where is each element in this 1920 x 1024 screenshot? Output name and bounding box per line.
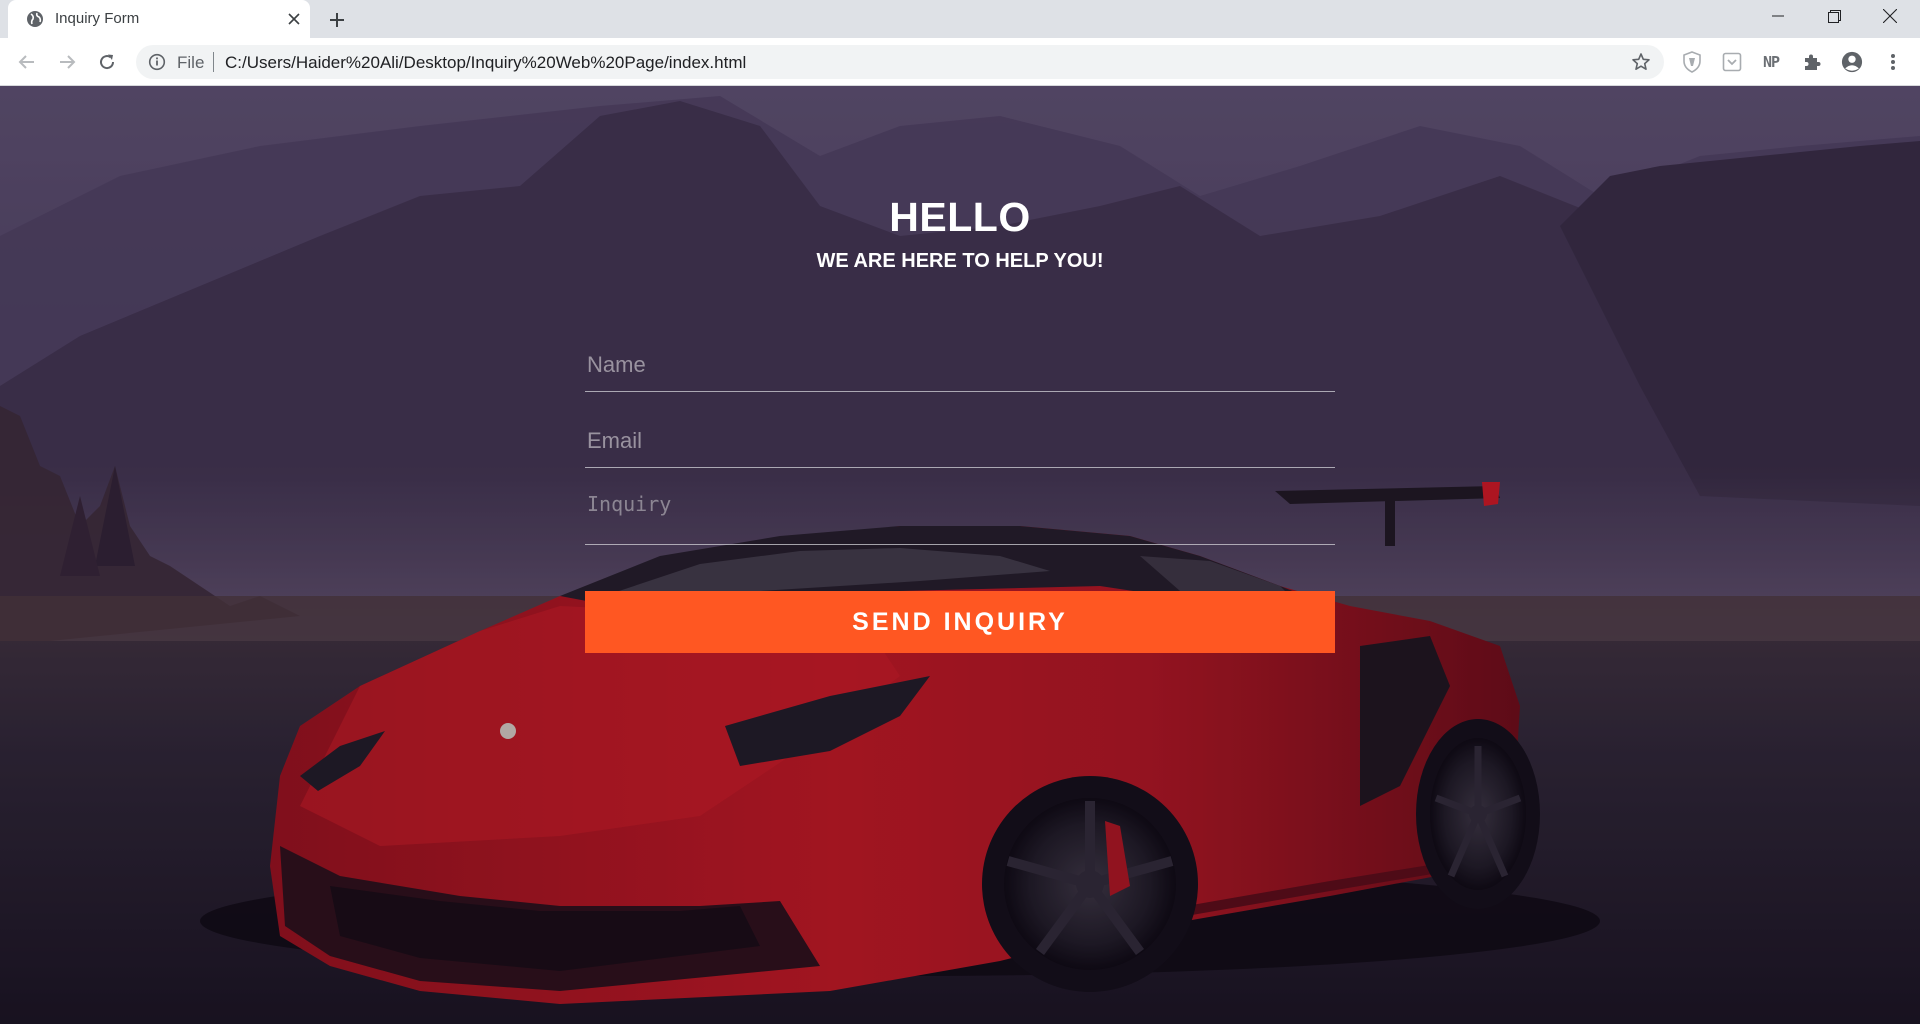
address-bar[interactable]: File C:/Users/Haider%20Ali/Desktop/Inqui… — [136, 45, 1664, 79]
page-viewport: HELLO WE ARE HERE TO HELP YOU! SEND INQU… — [0, 86, 1920, 1024]
tab-close-icon[interactable] — [284, 9, 304, 29]
extensions-puzzle-icon[interactable] — [1801, 51, 1823, 73]
send-inquiry-button[interactable]: SEND INQUIRY — [585, 591, 1335, 653]
url-separator — [213, 52, 214, 72]
info-icon[interactable] — [148, 53, 166, 71]
tab-title: Inquiry Form — [55, 10, 140, 27]
browser-tabstrip: Inquiry Form — [0, 0, 1920, 38]
inquiry-field-wrapper — [585, 486, 1335, 545]
bookmark-star-icon[interactable] — [1631, 52, 1651, 72]
inquiry-textarea[interactable] — [587, 486, 1333, 532]
menu-kebab-icon[interactable] — [1882, 51, 1904, 73]
shield-extension-icon[interactable] — [1681, 51, 1703, 73]
name-field-wrapper — [585, 342, 1335, 392]
back-arrow-icon[interactable] — [12, 47, 42, 77]
reload-icon[interactable] — [92, 47, 122, 77]
browser-toolbar: File C:/Users/Haider%20Ali/Desktop/Inqui… — [0, 38, 1920, 86]
restore-window-icon[interactable] — [1806, 0, 1862, 32]
new-tab-plus-icon[interactable] — [324, 7, 350, 33]
page-subtitle: WE ARE HERE TO HELP YOU! — [816, 250, 1104, 272]
pocket-extension-icon[interactable] — [1721, 51, 1743, 73]
close-window-icon[interactable] — [1862, 0, 1918, 32]
browser-tab[interactable]: Inquiry Form — [8, 0, 310, 38]
name-input[interactable] — [587, 342, 1333, 388]
url-scheme-label: File — [177, 53, 205, 72]
page-title: HELLO — [889, 194, 1031, 240]
minimize-window-icon[interactable] — [1750, 0, 1806, 32]
url-text[interactable]: C:/Users/Haider%20Ali/Desktop/Inquiry%20… — [225, 53, 746, 73]
email-field-wrapper — [585, 418, 1335, 468]
globe-icon — [27, 11, 43, 27]
forward-arrow-icon[interactable] — [52, 47, 82, 77]
np-extension-icon[interactable]: NP — [1760, 51, 1782, 73]
email-input[interactable] — [587, 418, 1333, 464]
profile-avatar-icon[interactable] — [1841, 51, 1863, 73]
